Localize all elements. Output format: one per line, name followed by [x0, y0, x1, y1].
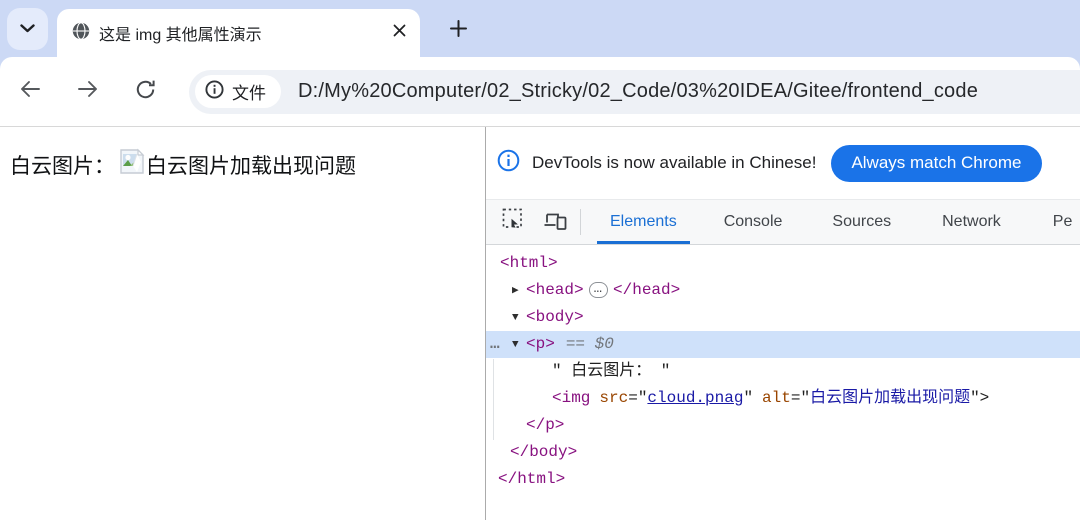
address-bar[interactable]: 文件 D:/My%20Computer/02_Stricky/02_Code/0…	[189, 69, 1080, 114]
url-text: D:/My%20Computer/02_Stricky/02_Code/03%2…	[298, 80, 979, 102]
site-chip-label: 文件	[232, 84, 266, 103]
broken-image-icon	[119, 148, 145, 181]
chevron-down-icon	[20, 20, 35, 38]
plus-icon	[449, 20, 467, 42]
node-head[interactable]: ▶ <head>… </head>	[486, 277, 1080, 304]
indent-guide-line	[493, 359, 494, 440]
back-button[interactable]	[8, 70, 52, 114]
device-toolbar-button[interactable]	[538, 205, 572, 239]
globe-favicon-icon	[71, 21, 91, 46]
node-text[interactable]: " 白云图片： "	[486, 358, 1080, 385]
collapse-arrow-icon[interactable]: ▼	[512, 332, 526, 359]
node-body-close[interactable]: </body>	[486, 439, 1080, 466]
elements-tree: <html> ▶ <head>… </head> ▼ <body> … ▼ <p> == $…	[486, 245, 1080, 520]
site-info-chip[interactable]: 文件	[195, 75, 281, 108]
devtools-infobar: DevTools is now available in Chinese! Al…	[486, 127, 1080, 199]
page-paragraph: 白云图片： 白云图片加载出现问题	[10, 148, 485, 181]
forward-button[interactable]	[66, 70, 110, 114]
devtools-panel: DevTools is now available in Chinese! Al…	[486, 127, 1080, 520]
back-arrow-icon	[18, 77, 42, 106]
src-link[interactable]: cloud.pnag	[647, 389, 743, 407]
tab-search-button[interactable]	[7, 8, 48, 50]
node-img[interactable]: <img src="cloud.pnag" alt="白云图片加载出现问题">	[486, 385, 1080, 412]
collapse-arrow-icon[interactable]: ▼	[512, 305, 526, 332]
collapsed-content-ellipsis[interactable]: …	[588, 282, 609, 298]
info-icon	[205, 79, 224, 104]
browser-tab[interactable]: 这是 img 其他属性演示	[57, 9, 420, 57]
toolbar-divider	[580, 209, 581, 235]
tab-close-icon[interactable]	[393, 24, 406, 42]
reload-icon	[134, 78, 157, 106]
forward-arrow-icon	[76, 77, 100, 106]
tab-performance[interactable]: Pe	[1036, 200, 1080, 244]
tab-elements[interactable]: Elements	[593, 200, 694, 244]
reload-button[interactable]	[123, 70, 167, 114]
device-toolbar-icon	[543, 208, 567, 237]
info-circle-icon	[497, 149, 520, 177]
inspect-cursor-icon	[502, 208, 525, 236]
page-caption: 白云图片：	[10, 154, 115, 178]
always-match-chrome-button[interactable]: Always match Chrome	[831, 144, 1042, 182]
devtools-toolbar: Elements Console Sources Network Pe	[486, 199, 1080, 245]
browser-toolbar: 文件 D:/My%20Computer/02_Stricky/02_Code/0…	[0, 57, 1080, 127]
page-viewport: 白云图片： 白云图片加载出现问题	[0, 127, 486, 520]
node-html-open[interactable]: <html>	[486, 250, 1080, 277]
node-html-close[interactable]: </html>	[486, 466, 1080, 493]
broken-image-alt-text: 白云图片加载出现问题	[146, 154, 356, 178]
tab-title: 这是 img 其他属性演示	[99, 27, 262, 44]
tab-strip: 这是 img 其他属性演示	[0, 0, 1080, 57]
tab-sources[interactable]: Sources	[815, 200, 908, 244]
tab-console[interactable]: Console	[707, 200, 800, 244]
expand-arrow-icon[interactable]: ▶	[512, 278, 526, 305]
node-p-open-selected[interactable]: … ▼ <p> == $0	[486, 331, 1080, 358]
content-area: 白云图片： 白云图片加载出现问题 DevTools is now availab…	[0, 127, 1080, 520]
browser-top-chrome: 这是 img 其他属性演示 文件 D:/My%20Computer/02_Str…	[0, 0, 1080, 127]
infobar-message: DevTools is now available in Chinese!	[532, 153, 817, 172]
node-menu-icon[interactable]: …	[490, 331, 512, 358]
node-body-open[interactable]: ▼ <body>	[486, 304, 1080, 331]
new-tab-button[interactable]	[440, 13, 476, 49]
tab-network[interactable]: Network	[925, 200, 1018, 244]
inspect-element-button[interactable]	[496, 205, 530, 239]
dollar-zero-hint: == $0	[565, 335, 614, 353]
node-p-close[interactable]: </p>	[486, 412, 1080, 439]
